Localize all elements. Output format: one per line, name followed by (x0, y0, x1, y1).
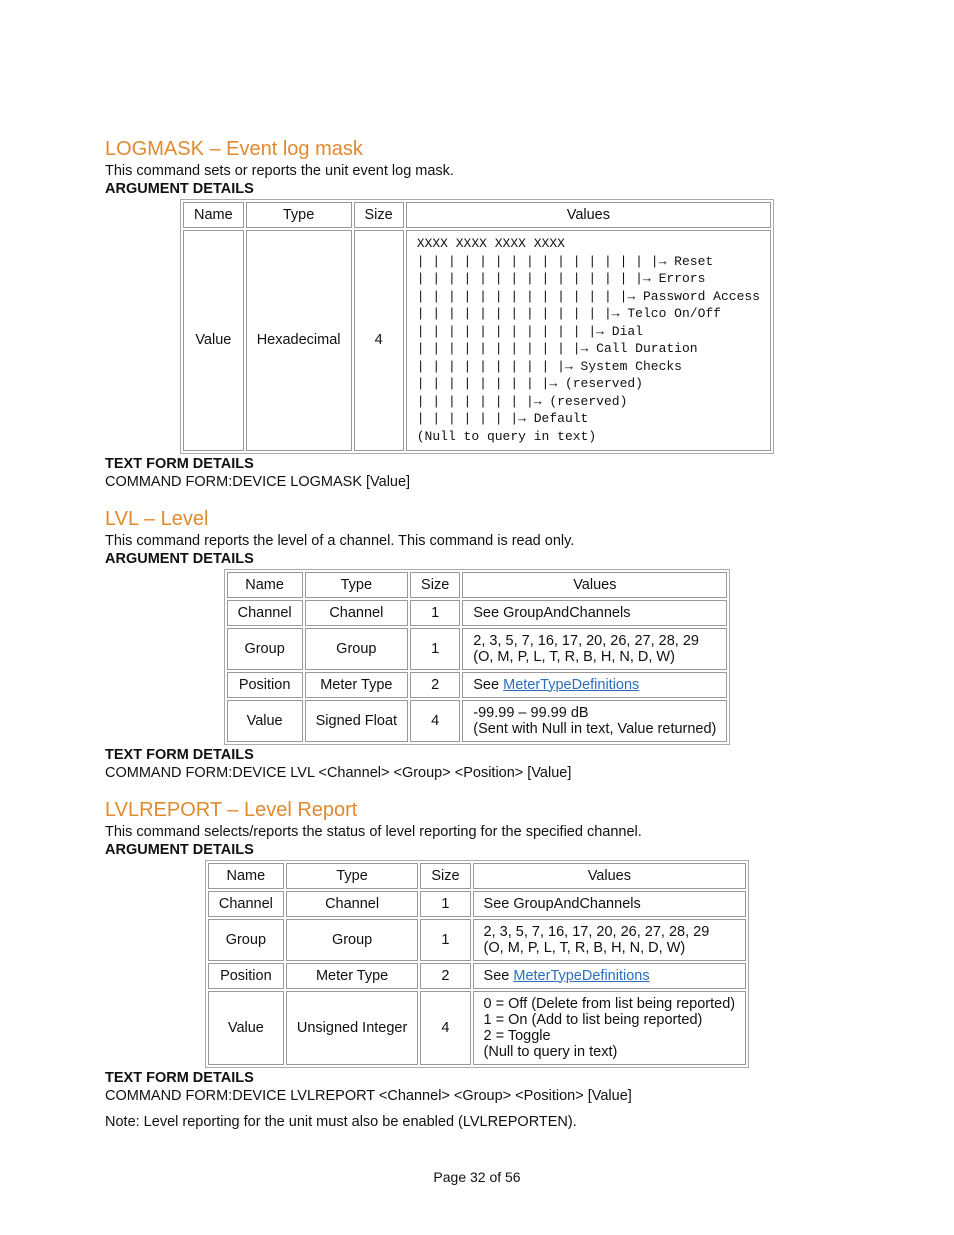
th-size: Size (410, 572, 460, 598)
cell-type: Unsigned Integer (286, 991, 418, 1065)
argument-table: NameTypeSizeValuesValueHexadecimal4XXXX … (180, 199, 774, 454)
section-heading: LOGMASK – Event log mask (105, 138, 849, 161)
argument-details-label: ARGUMENT DETAILS (105, 551, 849, 567)
argument-table: NameTypeSizeValuesChannelChannel1See Gro… (224, 569, 731, 745)
th-size: Size (420, 863, 470, 889)
cell-type: Hexadecimal (246, 230, 352, 451)
values-link[interactable]: MeterTypeDefinitions (513, 968, 649, 984)
cell-name: Channel (227, 600, 303, 626)
cell-name: Value (183, 230, 244, 451)
table-header-row: NameTypeSizeValues (227, 572, 728, 598)
cell-name: Position (208, 963, 284, 989)
section-description: This command selects/reports the status … (105, 824, 849, 840)
cell-values: -99.99 – 99.99 dB(Sent with Null in text… (462, 700, 727, 742)
table-header-row: NameTypeSizeValues (208, 863, 746, 889)
th-type: Type (305, 572, 408, 598)
cell-values: See MeterTypeDefinitions (473, 963, 747, 989)
command-form: COMMAND FORM:DEVICE LVL <Channel> <Group… (105, 765, 849, 781)
th-name: Name (183, 202, 244, 228)
cell-values: See GroupAndChannels (462, 600, 727, 626)
values-mono: XXXX XXXX XXXX XXXX| | | | | | | | | | |… (417, 235, 760, 446)
argument-table: NameTypeSizeValuesChannelChannel1See Gro… (205, 860, 749, 1068)
cell-size: 1 (410, 628, 460, 670)
th-values: Values (462, 572, 727, 598)
cell-type: Group (305, 628, 408, 670)
cell-size: 1 (420, 891, 470, 917)
cell-name: Group (227, 628, 303, 670)
command-form: COMMAND FORM:DEVICE LOGMASK [Value] (105, 474, 849, 490)
table-row: ValueHexadecimal4XXXX XXXX XXXX XXXX| | … (183, 230, 771, 451)
th-name: Name (227, 572, 303, 598)
cell-values: 2, 3, 5, 7, 16, 17, 20, 26, 27, 28, 29(O… (462, 628, 727, 670)
section-heading: LVL – Level (105, 508, 849, 531)
values-link[interactable]: MeterTypeDefinitions (503, 677, 639, 693)
cell-size: 4 (410, 700, 460, 742)
cell-size: 4 (354, 230, 404, 451)
table-row: PositionMeter Type2See MeterTypeDefiniti… (208, 963, 746, 989)
table-row: GroupGroup12, 3, 5, 7, 16, 17, 20, 26, 2… (208, 919, 746, 961)
cell-size: 2 (420, 963, 470, 989)
argument-details-label: ARGUMENT DETAILS (105, 181, 849, 197)
cell-type: Group (286, 919, 418, 961)
cell-type: Meter Type (305, 672, 408, 698)
cell-values: See GroupAndChannels (473, 891, 747, 917)
table-header-row: NameTypeSizeValues (183, 202, 771, 228)
page-footer: Page 32 of 56 (0, 1169, 954, 1185)
cell-values: See MeterTypeDefinitions (462, 672, 727, 698)
cell-values: 2, 3, 5, 7, 16, 17, 20, 26, 27, 28, 29(O… (473, 919, 747, 961)
th-name: Name (208, 863, 284, 889)
argument-details-label: ARGUMENT DETAILS (105, 842, 849, 858)
table-row: ChannelChannel1See GroupAndChannels (208, 891, 746, 917)
command-section: LOGMASK – Event log mask This command set… (105, 138, 849, 490)
cell-name: Position (227, 672, 303, 698)
command-section: LVLREPORT – Level Report This command sel… (105, 799, 849, 1130)
cell-values: 0 = Off (Delete from list being reported… (473, 991, 747, 1065)
section-description: This command sets or reports the unit ev… (105, 163, 849, 179)
th-size: Size (354, 202, 404, 228)
sections-container: LOGMASK – Event log mask This command set… (105, 138, 849, 1130)
cell-name: Channel (208, 891, 284, 917)
cell-type: Signed Float (305, 700, 408, 742)
cell-size: 1 (420, 919, 470, 961)
cell-name: Group (208, 919, 284, 961)
command-form: COMMAND FORM:DEVICE LVLREPORT <Channel> … (105, 1088, 849, 1104)
cell-values: XXXX XXXX XXXX XXXX| | | | | | | | | | |… (406, 230, 771, 451)
cell-name: Value (208, 991, 284, 1065)
text-form-details-label: TEXT FORM DETAILS (105, 456, 849, 472)
th-type: Type (286, 863, 418, 889)
table-row: ChannelChannel1See GroupAndChannels (227, 600, 728, 626)
section-heading: LVLREPORT – Level Report (105, 799, 849, 822)
cell-name: Value (227, 700, 303, 742)
command-section: LVL – Level This command reports the leve… (105, 508, 849, 781)
cell-type: Channel (286, 891, 418, 917)
th-type: Type (246, 202, 352, 228)
cell-type: Meter Type (286, 963, 418, 989)
table-row: PositionMeter Type2See MeterTypeDefiniti… (227, 672, 728, 698)
cell-type: Channel (305, 600, 408, 626)
document-page: LOGMASK – Event log mask This command set… (0, 0, 954, 1235)
cell-size: 2 (410, 672, 460, 698)
table-row: GroupGroup12, 3, 5, 7, 16, 17, 20, 26, 2… (227, 628, 728, 670)
text-form-details-label: TEXT FORM DETAILS (105, 747, 849, 763)
text-form-details-label: TEXT FORM DETAILS (105, 1070, 849, 1086)
section-description: This command reports the level of a chan… (105, 533, 849, 549)
table-row: ValueUnsigned Integer40 = Off (Delete fr… (208, 991, 746, 1065)
th-values: Values (473, 863, 747, 889)
cell-size: 4 (420, 991, 470, 1065)
table-row: ValueSigned Float4-99.99 – 99.99 dB(Sent… (227, 700, 728, 742)
command-note: Note: Level reporting for the unit must … (105, 1114, 849, 1130)
cell-size: 1 (410, 600, 460, 626)
th-values: Values (406, 202, 771, 228)
